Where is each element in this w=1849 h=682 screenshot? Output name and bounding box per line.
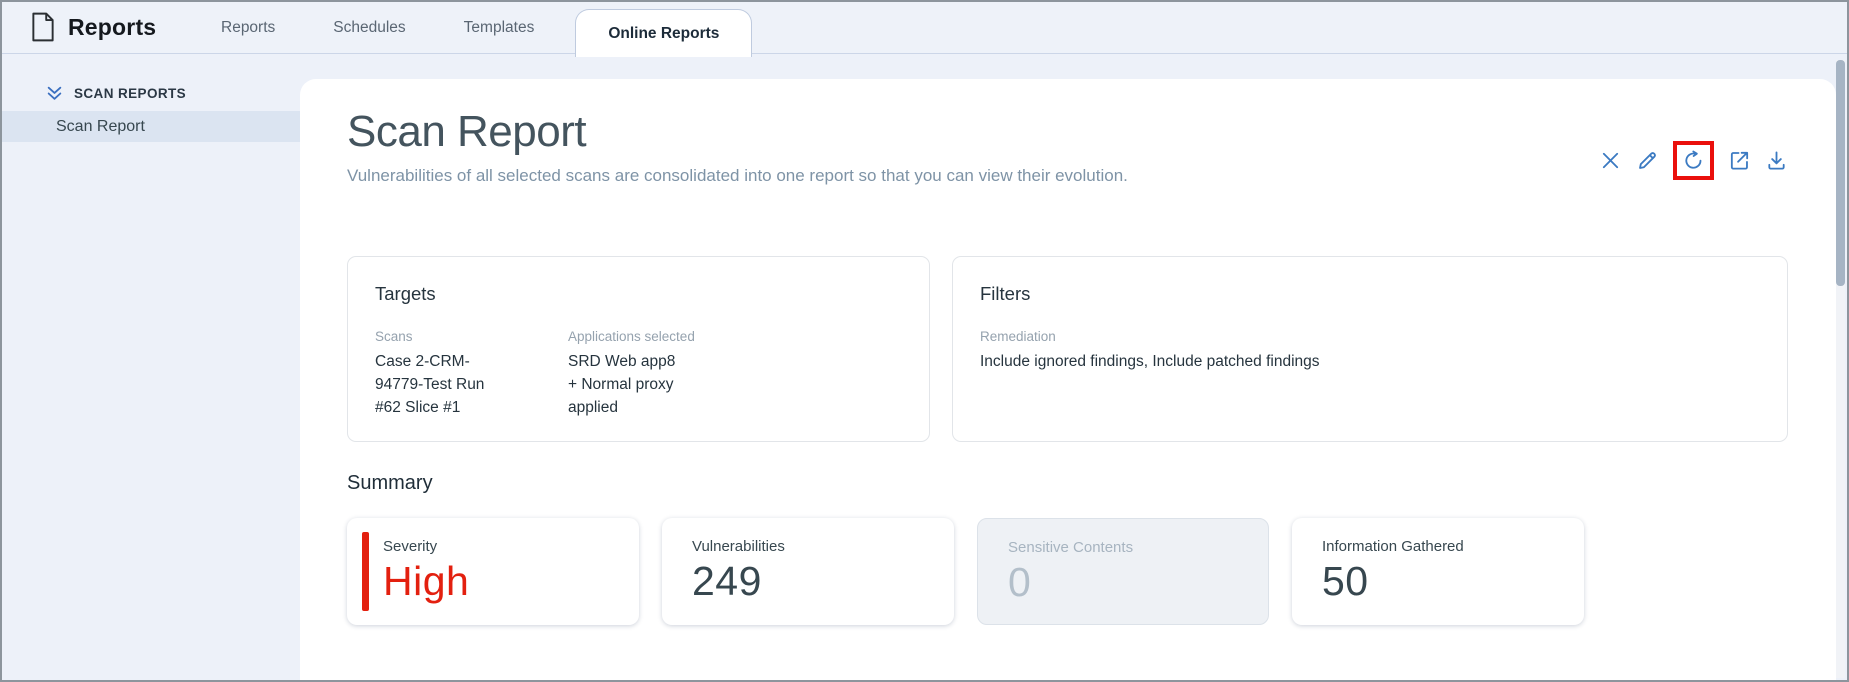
tab-schedules[interactable]: Schedules — [304, 2, 434, 54]
summary-stats-row: Severity High Vulnerabilities 249 Sensit… — [347, 518, 1788, 625]
tab-bar: Reports Schedules Templates Online Repor… — [192, 2, 753, 57]
sidebar-section-label: SCAN REPORTS — [74, 86, 187, 101]
double-chevron-down-icon — [47, 86, 62, 100]
stat-value: 249 — [692, 558, 762, 604]
targets-card: Targets Scans Case 2-CRM- 94779-Test Run… — [347, 256, 930, 442]
stat-value: High — [383, 558, 470, 604]
app-window: Reports Reports Schedules Templates Onli… — [0, 0, 1849, 682]
download-button[interactable] — [1765, 149, 1788, 172]
edit-icon — [1639, 152, 1656, 169]
field-label: Applications selected — [568, 329, 695, 344]
field-value: Include ignored findings, Include patche… — [980, 353, 1320, 370]
field-label: Scans — [375, 329, 413, 344]
tab-templates[interactable]: Templates — [435, 2, 564, 54]
close-icon — [1602, 152, 1619, 169]
severity-accent-bar — [362, 532, 369, 611]
open-in-new-button[interactable] — [1728, 149, 1751, 172]
page-subtitle: Vulnerabilities of all selected scans ar… — [347, 166, 1128, 185]
tab-reports[interactable]: Reports — [192, 2, 304, 54]
scrollbar-thumb[interactable] — [1836, 60, 1845, 286]
targets-field-scans: Scans Case 2-CRM- 94779-Test Run #62 Sli… — [375, 329, 568, 419]
stat-label: Sensitive Contents — [1008, 539, 1134, 556]
stat-label: Vulnerabilities — [692, 538, 785, 555]
sidebar-section-scan-reports[interactable]: SCAN REPORTS — [2, 55, 300, 102]
page-title: Scan Report — [347, 107, 587, 156]
filters-card-title: Filters — [980, 283, 1031, 304]
targets-field-applications: Applications selected SRD Web app8 + Nor… — [568, 329, 695, 419]
sidebar-item-scan-report[interactable]: Scan Report — [2, 111, 300, 142]
stat-card-vulnerabilities: Vulnerabilities 249 — [662, 518, 954, 625]
stat-label: Information Gathered — [1322, 538, 1464, 555]
info-cards-row: Targets Scans Case 2-CRM- 94779-Test Run… — [347, 256, 1788, 442]
summary-heading: Summary — [347, 472, 433, 494]
download-icon — [1768, 151, 1785, 170]
stat-card-severity: Severity High — [347, 518, 639, 625]
app-brand: Reports — [30, 12, 156, 42]
stat-card-sensitive-contents: Sensitive Contents 0 — [977, 518, 1269, 625]
close-button[interactable] — [1599, 149, 1622, 172]
refresh-button-highlighted[interactable] — [1673, 141, 1714, 180]
tab-online-reports[interactable]: Online Reports — [575, 9, 753, 57]
open-in-new-icon — [1730, 151, 1749, 170]
main-panel: Scan Report Vulnerabilities of all selec… — [300, 79, 1836, 680]
field-value: SRD Web app8 + Normal proxy applied — [568, 353, 676, 416]
stat-card-information-gathered: Information Gathered 50 — [1292, 518, 1584, 625]
stat-value: 0 — [1008, 559, 1032, 605]
app-title: Reports — [68, 13, 157, 40]
stat-label: Severity — [383, 538, 438, 555]
report-actions-toolbar — [1599, 141, 1788, 180]
targets-card-title: Targets — [375, 283, 436, 304]
stat-value: 50 — [1322, 558, 1369, 604]
field-label: Remediation — [980, 329, 1056, 344]
document-icon — [32, 12, 54, 42]
filters-field-remediation: Remediation Include ignored findings, In… — [980, 329, 1320, 373]
header-bar: Reports Reports Schedules Templates Onli… — [2, 2, 1847, 57]
refresh-icon — [1685, 150, 1702, 169]
edit-button[interactable] — [1636, 149, 1659, 172]
field-value: Case 2-CRM- 94779-Test Run #62 Slice #1 — [375, 353, 485, 416]
sidebar: SCAN REPORTS Scan Report — [2, 55, 300, 680]
filters-card: Filters Remediation Include ignored find… — [952, 256, 1788, 442]
